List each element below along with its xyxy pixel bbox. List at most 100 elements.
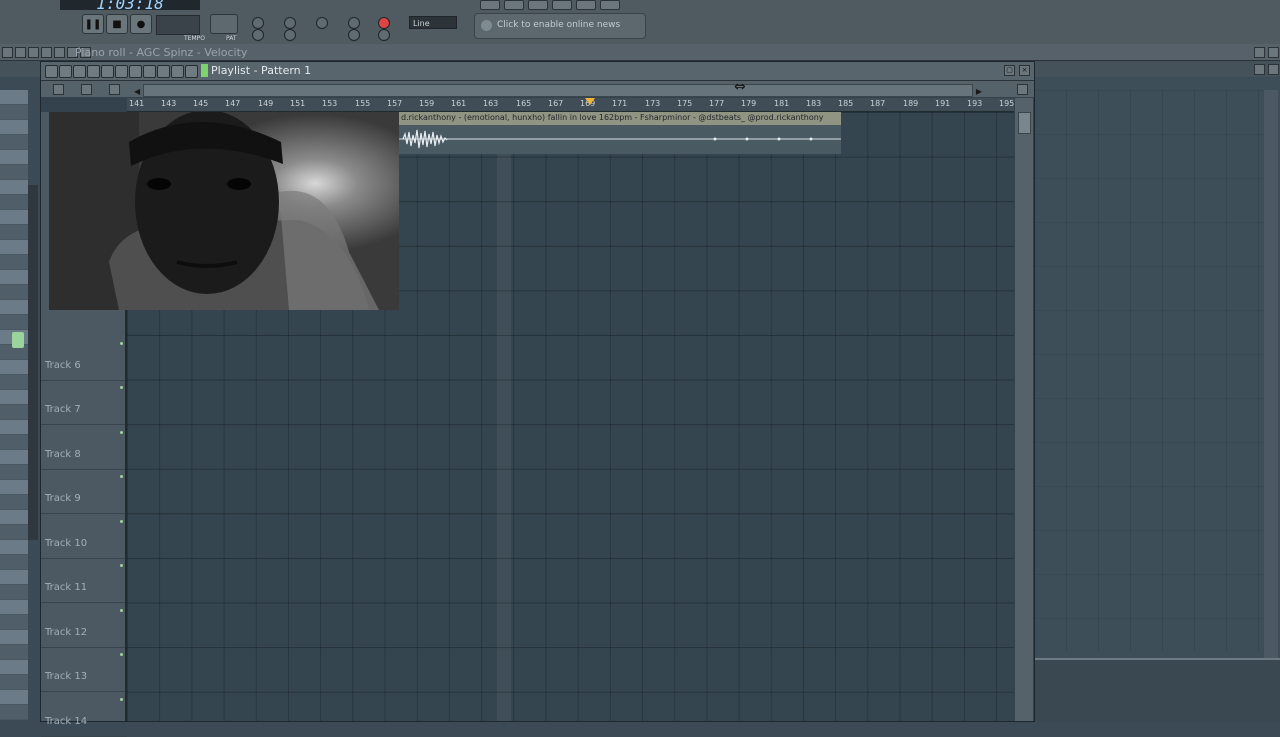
delete-icon[interactable]	[101, 65, 114, 78]
piano-key[interactable]	[0, 555, 28, 570]
piano-key[interactable]	[0, 645, 28, 660]
piano-key[interactable]	[0, 195, 28, 210]
tool-icon[interactable]	[252, 17, 264, 29]
piano-key[interactable]	[0, 375, 28, 390]
piano-key[interactable]	[0, 585, 28, 600]
toolbar-button[interactable]	[576, 0, 596, 10]
vertical-scrollbar[interactable]	[1015, 98, 1033, 721]
menu-icon[interactable]	[45, 65, 58, 78]
piano-key[interactable]	[0, 705, 28, 720]
playhead-marker[interactable]	[585, 98, 595, 105]
piano-key[interactable]	[0, 420, 28, 435]
tool-icon[interactable]	[348, 29, 360, 41]
piano-key[interactable]	[0, 690, 28, 705]
restore-icon[interactable]	[1254, 47, 1265, 58]
audio-clip[interactable]: d.rickanthony - (emotional, hunxho) fall…	[399, 112, 841, 154]
pencil-icon[interactable]	[73, 65, 86, 78]
pr-tool-icon[interactable]	[41, 47, 52, 58]
piano-roll-grid-lines[interactable]	[1034, 90, 1264, 650]
close-icon[interactable]	[1268, 47, 1279, 58]
playlist-titlebar[interactable]: Playlist - Pattern 1 ▢ ×	[41, 62, 1034, 81]
vertical-scroll-thumb[interactable]	[1018, 112, 1031, 134]
track-header[interactable]: Track 11	[41, 558, 127, 603]
track-header[interactable]: Track 7	[41, 380, 127, 425]
piano-key[interactable]	[0, 360, 28, 375]
snap-select[interactable]: Line	[409, 16, 457, 29]
piano-key[interactable]	[0, 495, 28, 510]
track-header[interactable]: Track 10	[41, 514, 127, 559]
piano-key[interactable]	[0, 465, 28, 480]
magnet-icon[interactable]	[59, 65, 72, 78]
note-marker[interactable]	[12, 332, 24, 348]
piano-roll-vscrollbar[interactable]	[1264, 90, 1278, 665]
slice-icon[interactable]	[129, 65, 142, 78]
track-header[interactable]: Track 6	[41, 336, 127, 381]
piano-key[interactable]	[0, 435, 28, 450]
tool-icon[interactable]	[284, 29, 296, 41]
tool-icon[interactable]	[284, 17, 296, 29]
scroll-right-icon[interactable]: ▶	[976, 87, 982, 96]
piano-key[interactable]	[0, 300, 28, 315]
piano-key[interactable]	[0, 165, 28, 180]
playlist-title[interactable]: Playlist - Pattern 1	[211, 64, 311, 77]
view-options-icon[interactable]	[1017, 84, 1028, 95]
stop-button[interactable]: ■	[106, 14, 128, 34]
record-mode-icon[interactable]	[378, 17, 390, 29]
piano-key[interactable]	[0, 660, 28, 675]
piano-key[interactable]	[0, 135, 28, 150]
zoom-icon[interactable]	[157, 65, 170, 78]
select-icon[interactable]	[143, 65, 156, 78]
scroll-left-icon[interactable]: ◀	[134, 87, 140, 96]
tempo-display[interactable]	[156, 15, 200, 35]
track-header[interactable]: Track 8	[41, 425, 127, 470]
maximize-icon[interactable]: ▢	[1004, 65, 1015, 76]
scroll-right-icon[interactable]	[1268, 64, 1279, 75]
scroll-right-icon[interactable]	[1254, 64, 1265, 75]
piano-key[interactable]	[0, 615, 28, 630]
record-button[interactable]: ●	[130, 14, 152, 34]
piano-key[interactable]	[0, 150, 28, 165]
clip-header[interactable]: d.rickanthony - (emotional, hunxho) fall…	[399, 112, 841, 125]
close-icon[interactable]: ×	[1019, 65, 1030, 76]
piano-key[interactable]	[0, 630, 28, 645]
piano-key[interactable]	[0, 105, 28, 120]
piano-key[interactable]	[0, 570, 28, 585]
timeline-ruler[interactable]: 141 143 145 147 149 151 153 155 157 159 …	[127, 98, 1014, 112]
velocity-panel[interactable]	[1034, 658, 1280, 722]
horizontal-scrollbar[interactable]: ◀ ▶	[134, 84, 982, 97]
tool-icon[interactable]	[316, 17, 328, 29]
piano-key[interactable]	[0, 450, 28, 465]
track-header[interactable]: Track 14	[41, 692, 127, 737]
playback-icon[interactable]	[171, 65, 184, 78]
piano-key[interactable]	[0, 600, 28, 615]
toolbar-button[interactable]	[504, 0, 524, 10]
tool-icon[interactable]	[378, 29, 390, 41]
pattern-selector[interactable]	[210, 14, 238, 34]
piano-key[interactable]	[0, 180, 28, 195]
piano-key[interactable]	[0, 390, 28, 405]
pr-tool-icon[interactable]	[2, 47, 13, 58]
piano-key[interactable]	[0, 285, 28, 300]
tool-icon[interactable]	[252, 29, 264, 41]
play-button[interactable]: ❚❚	[82, 14, 104, 34]
pr-tool-icon[interactable]	[28, 47, 39, 58]
pattern-play-icon[interactable]	[201, 64, 208, 77]
pr-tool-icon[interactable]	[15, 47, 26, 58]
track-header[interactable]: Track 9	[41, 469, 127, 514]
automation-icon[interactable]	[81, 84, 92, 95]
piano-key[interactable]	[0, 255, 28, 270]
toolbar-button[interactable]	[480, 0, 500, 10]
piano-key[interactable]	[0, 225, 28, 240]
audio-icon[interactable]	[109, 84, 120, 95]
track-header[interactable]: Track 13	[41, 647, 127, 692]
mute-icon[interactable]	[115, 65, 128, 78]
online-news-panel[interactable]: Click to enable online news	[474, 13, 646, 39]
piano-key[interactable]	[0, 405, 28, 420]
piano-key[interactable]	[0, 90, 28, 105]
piano-key[interactable]	[0, 270, 28, 285]
brush-icon[interactable]	[87, 65, 100, 78]
piano-key[interactable]	[0, 120, 28, 135]
piano-key[interactable]	[0, 540, 28, 555]
toolbar-button[interactable]	[600, 0, 620, 10]
pattern-picker-icon[interactable]	[53, 84, 64, 95]
